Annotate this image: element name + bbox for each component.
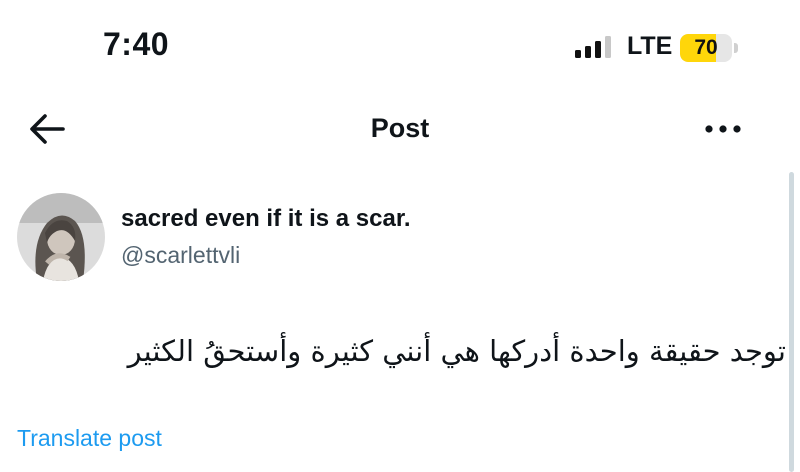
battery-indicator: 70	[680, 34, 738, 62]
status-time: 7:40	[103, 26, 170, 62]
cellular-signal-icon	[575, 36, 611, 58]
avatar[interactable]	[17, 193, 105, 281]
translate-post-link[interactable]: Translate post	[17, 425, 162, 452]
arrow-left-icon[interactable]	[28, 112, 66, 146]
battery-nub	[734, 43, 738, 53]
page-title: Post	[370, 113, 430, 143]
battery-level: 70	[694, 36, 718, 59]
post-text: توجد حقيقة واحدة أدركها هي أنني كثيرة وأ…	[127, 334, 786, 368]
author-handle[interactable]: @scarlettvli	[121, 242, 240, 269]
scrollbar[interactable]	[789, 172, 794, 472]
author-display-name[interactable]: sacred even if it is a scar.	[121, 205, 411, 233]
network-type: LTE	[627, 32, 673, 60]
more-horizontal-icon[interactable]	[704, 118, 742, 140]
avatar-photo	[17, 193, 105, 281]
